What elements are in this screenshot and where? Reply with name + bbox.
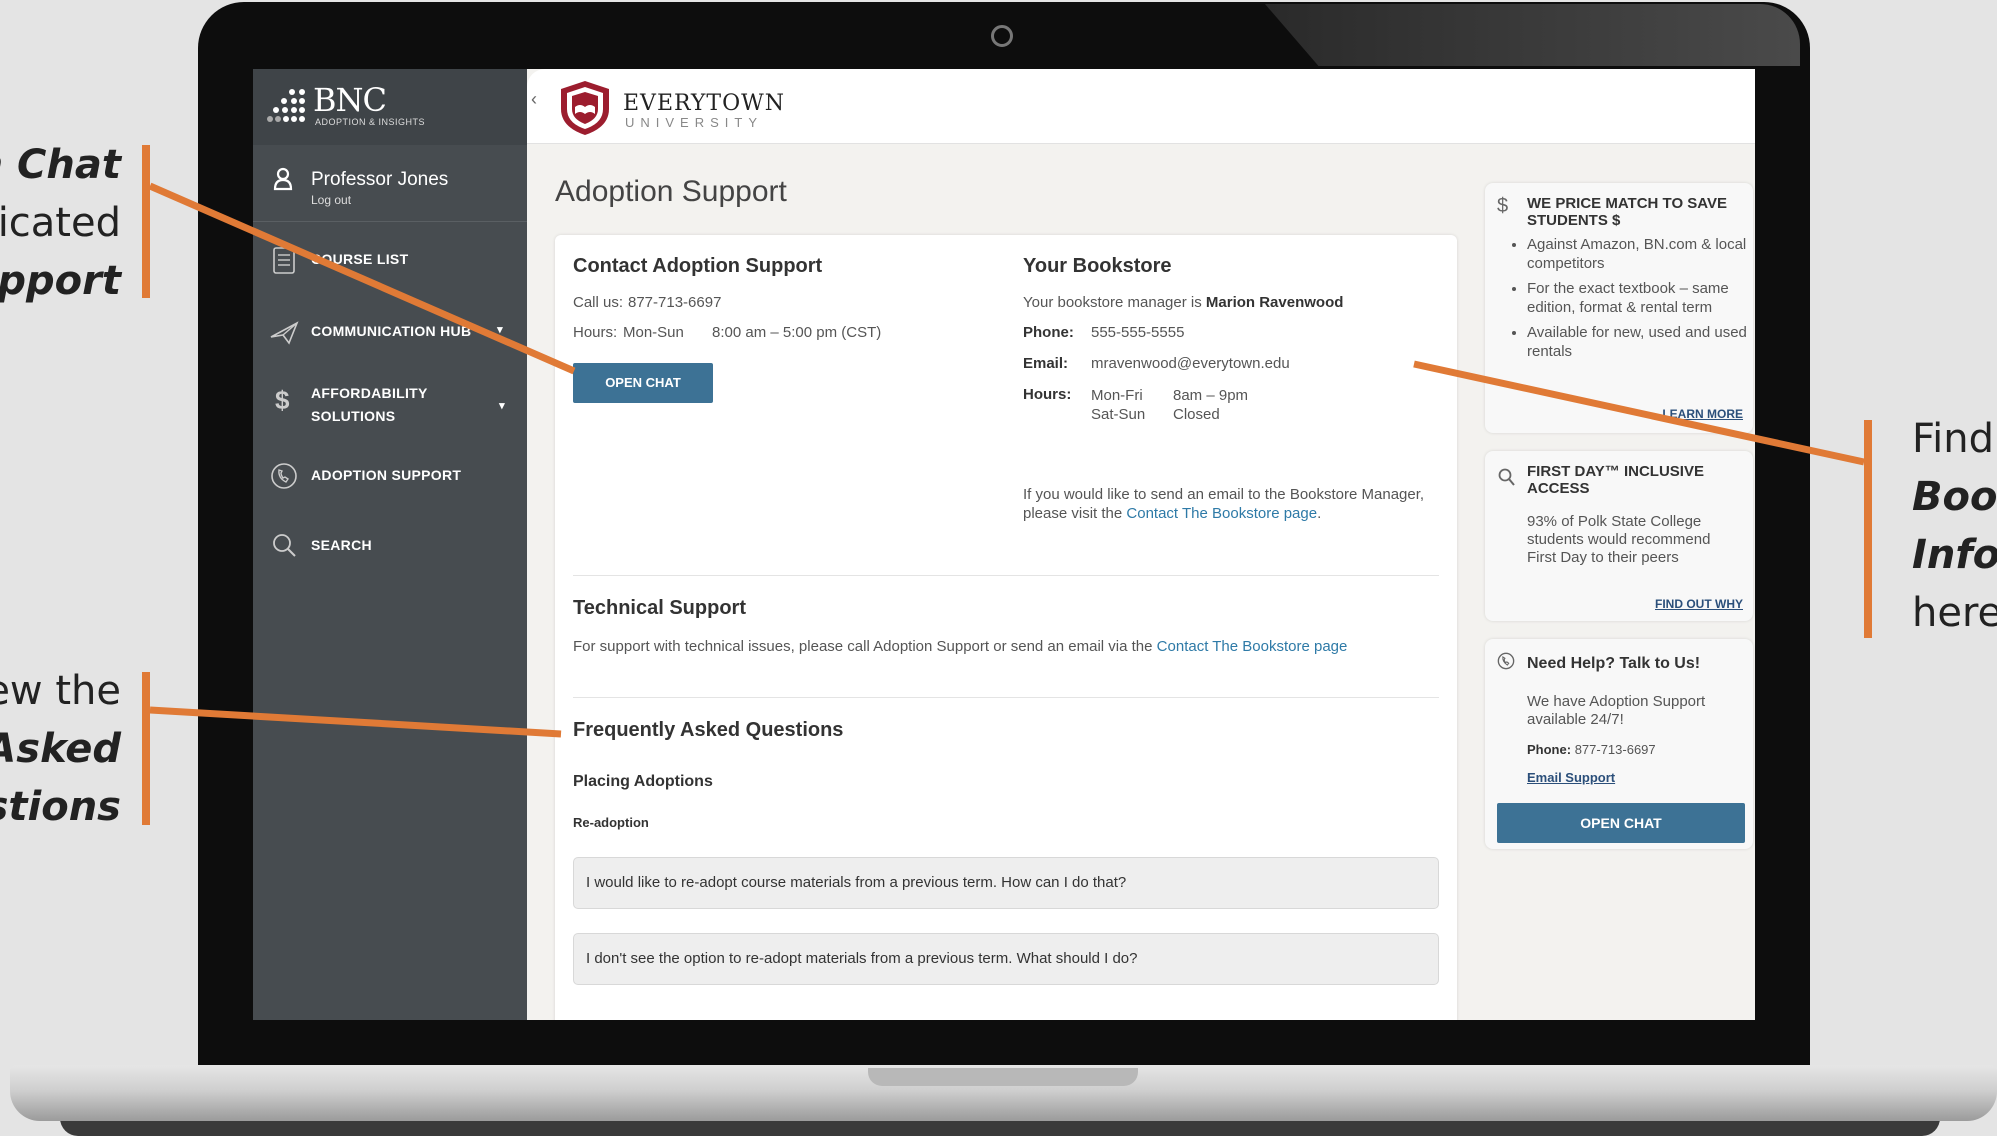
callout-bar — [142, 672, 150, 825]
callout-bar — [1864, 420, 1872, 638]
manager-line: Your bookstore manager is Marion Ravenwo… — [1023, 294, 1344, 311]
lid-glare — [1265, 4, 1800, 66]
logout-link[interactable]: Log out — [311, 193, 351, 207]
technical-heading: Technical Support — [573, 597, 746, 619]
sidebar-item-label: SOLUTIONS — [311, 408, 396, 424]
sidebar-item-course-list[interactable]: COURSE LIST — [253, 229, 527, 289]
dollar-icon: $ — [275, 385, 290, 415]
callout-faq: ew the Asked estions — [0, 668, 121, 830]
university-shield-icon — [561, 81, 609, 135]
open-chat-button[interactable]: OPEN CHAT — [573, 363, 713, 403]
phone-value: 555-555-5555 — [1091, 324, 1185, 341]
first-day-title: FIRST DAY™ INCLUSIVE ACCESS — [1527, 463, 1704, 497]
search-icon — [1498, 468, 1515, 486]
need-help-title: Need Help? Talk to Us! — [1527, 655, 1701, 672]
first-day-card: FIRST DAY™ INCLUSIVE ACCESS 93% of Polk … — [1485, 451, 1753, 621]
need-help-phone: Phone: 877-713-6697 — [1527, 742, 1656, 757]
user-name: Professor Jones — [311, 169, 449, 190]
contact-bookstore-link[interactable]: Contact The Bookstore page — [1126, 505, 1317, 522]
paper-plane-icon — [270, 321, 299, 345]
callout-bar — [142, 145, 150, 298]
camera-icon — [991, 25, 1013, 47]
bookstore-heading: Your Bookstore — [1023, 255, 1172, 277]
sidebar-item-search[interactable]: SEARCH — [253, 515, 527, 575]
bookstore-hours-label: Hours: — [1023, 386, 1072, 403]
technical-contact-link[interactable]: Contact The Bookstore page — [1157, 638, 1348, 655]
sidebar-item-label: AFFORDABILITY — [311, 385, 428, 401]
hours-row1-time: 8am – 9pm — [1173, 387, 1249, 404]
hours-row1-days: Mon-Fri — [1091, 387, 1143, 404]
faq-section: Placing Adoptions — [573, 773, 713, 790]
brand-name: BNC — [313, 81, 387, 119]
sidebar-item-communication-hub[interactable]: COMMUNICATION HUB ▾ — [253, 301, 527, 361]
hours-days: Mon-Sun — [623, 324, 684, 341]
learn-more-link[interactable]: LEARN MORE — [1662, 407, 1743, 421]
sidebar-item-affordability[interactable]: $ AFFORDABILITY SOLUTIONS ▾ — [253, 371, 527, 443]
contact-heading: Contact Adoption Support — [573, 255, 823, 277]
faq-heading: Frequently Asked Questions — [573, 719, 844, 741]
divider — [573, 697, 1439, 698]
main-card: Contact Adoption Support Call us: 877-71… — [555, 235, 1457, 1020]
chevron-down-icon: ▾ — [499, 400, 505, 412]
callout-bookstore: Find Bool Infor here — [1912, 416, 1997, 636]
email-support-link[interactable]: Email Support — [1527, 769, 1615, 787]
price-match-title: WE PRICE MATCH TO SAVE STUDENTS $ — [1527, 195, 1728, 229]
faq-question[interactable]: I would like to re-adopt course material… — [573, 857, 1439, 909]
sidebar-item-label: ADOPTION SUPPORT — [311, 467, 462, 483]
sidebar-item-adoption-support[interactable]: ADOPTION SUPPORT — [253, 445, 527, 505]
technical-text: For support with technical issues, pleas… — [573, 638, 1348, 655]
call-value: 877-713-6697 — [628, 294, 722, 311]
hours-row2-time: Closed — [1173, 406, 1220, 423]
chevron-left-icon[interactable]: ‹ — [531, 89, 537, 110]
list-item: Against Amazon, BN.com & local competito… — [1527, 235, 1747, 273]
price-match-list: Against Amazon, BN.com & local competito… — [1513, 235, 1747, 367]
brand-logo[interactable]: BNC ADOPTION & INSIGHTS — [253, 69, 527, 145]
chevron-down-icon: ▾ — [497, 324, 503, 336]
sidebar-item-label: COURSE LIST — [311, 251, 409, 267]
search-icon — [273, 534, 296, 557]
dollar-icon: $ — [1497, 195, 1509, 217]
user-profile: Professor Jones Log out — [253, 145, 527, 222]
sidebar: BNC ADOPTION & INSIGHTS Professor Jones … — [253, 69, 527, 1020]
price-match-card: $ WE PRICE MATCH TO SAVE STUDENTS $ Agai… — [1485, 183, 1753, 433]
need-help-body: We have Adoption Support available 24/7! — [1527, 693, 1706, 728]
page-title: Adoption Support — [555, 175, 787, 208]
first-day-body: 93% of Polk State College students would… — [1527, 513, 1711, 566]
callout-open-chat: n Chat licated upport — [0, 142, 121, 304]
email-value[interactable]: mravenwood@everytown.edu — [1091, 354, 1290, 373]
faq-subsection: Re-adoption — [573, 815, 649, 830]
laptop-notch — [868, 1068, 1138, 1086]
find-out-why-link[interactable]: FIND OUT WHY — [1655, 597, 1743, 611]
top-header: EVERYTOWN UNIVERSITY — [527, 69, 1755, 144]
user-icon — [273, 167, 293, 191]
sidebar-item-label: SEARCH — [311, 537, 372, 553]
clipboard-icon — [273, 247, 295, 274]
brand-subtitle: ADOPTION & INSIGHTS — [315, 117, 426, 127]
email-label: Email: — [1023, 355, 1069, 372]
hours-time: 8:00 am – 5:00 pm (CST) — [712, 324, 882, 341]
phone-icon — [1497, 652, 1515, 670]
call-label: Call us: — [573, 294, 624, 311]
hours-label: Hours: — [573, 324, 618, 341]
phone-icon — [271, 463, 297, 489]
divider — [573, 575, 1439, 576]
screen: BNC ADOPTION & INSIGHTS Professor Jones … — [253, 69, 1755, 1020]
hours-row2-days: Sat-Sun — [1091, 406, 1146, 423]
bnc-dots-icon — [267, 87, 307, 127]
list-item: For the exact textbook – same edition, f… — [1527, 279, 1747, 317]
phone-label: Phone: — [1023, 324, 1074, 341]
university-subtitle: UNIVERSITY — [625, 115, 764, 130]
list-item: Available for new, used and used rentals — [1527, 323, 1747, 361]
bookstore-email-note: If you would like to send an email to th… — [1023, 486, 1425, 522]
university-name: EVERYTOWN — [623, 91, 785, 116]
sidebar-item-label: COMMUNICATION HUB — [311, 323, 472, 339]
rail-open-chat-button[interactable]: OPEN CHAT — [1497, 803, 1745, 843]
faq-question[interactable]: I don't see the option to re-adopt mater… — [573, 933, 1439, 985]
